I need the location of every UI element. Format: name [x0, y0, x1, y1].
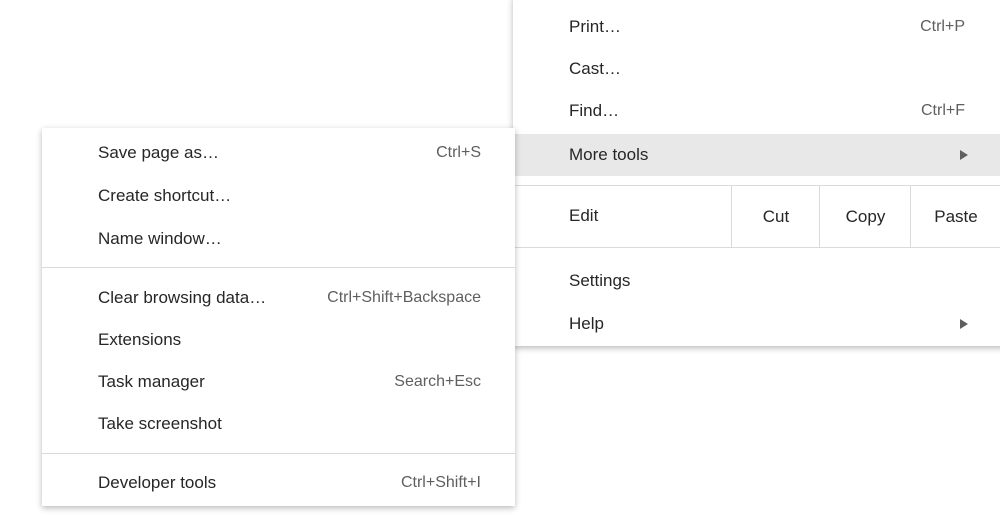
menu-item-label: Create shortcut… — [98, 186, 232, 205]
menu-item-extensions[interactable]: Extensions — [42, 319, 515, 361]
submenu-arrow-icon — [960, 319, 968, 329]
menu-item-help[interactable]: Help — [513, 303, 1000, 345]
menu-item-more-tools[interactable]: More tools — [513, 134, 1000, 176]
menu-item-task-manager[interactable]: Task manager Search+Esc — [42, 361, 515, 403]
edit-label: Edit — [569, 206, 599, 225]
menu-item-settings[interactable]: Settings — [513, 260, 1000, 302]
menu-item-label: Save page as… — [98, 143, 219, 162]
menu-item-label: Clear browsing data… — [98, 288, 267, 307]
shortcut-label: Ctrl+P — [920, 18, 965, 35]
menu-item-save-page-as[interactable]: Save page as… Ctrl+S — [42, 132, 515, 174]
chrome-main-menu: Print… Ctrl+P Cast… Find… Ctrl+F More to… — [513, 0, 1000, 346]
cut-button[interactable]: Cut — [731, 186, 820, 247]
more-tools-submenu: Save page as… Ctrl+S Create shortcut… Na… — [42, 128, 515, 506]
menu-item-label: Settings — [569, 271, 631, 290]
menu-item-take-screenshot[interactable]: Take screenshot — [42, 403, 515, 445]
menu-separator — [42, 453, 515, 454]
shortcut-label: Ctrl+Shift+Backspace — [327, 289, 481, 306]
paste-button[interactable]: Paste — [910, 186, 1000, 247]
menu-item-create-shortcut[interactable]: Create shortcut… — [42, 175, 515, 217]
menu-separator — [42, 267, 515, 268]
menu-separator — [513, 247, 1000, 248]
menu-item-cast[interactable]: Cast… — [513, 48, 1000, 90]
menu-item-clear-browsing-data[interactable]: Clear browsing data… Ctrl+Shift+Backspac… — [42, 277, 515, 319]
menu-item-label: Task manager — [98, 372, 205, 391]
submenu-arrow-icon — [960, 150, 968, 160]
menu-item-label: Name window… — [98, 229, 222, 248]
menu-item-label: Help — [569, 314, 604, 333]
menu-item-label: Find… — [569, 101, 620, 120]
menu-item-label: More tools — [569, 145, 649, 164]
shortcut-label: Ctrl+S — [436, 144, 481, 161]
menu-item-label: Developer tools — [98, 473, 217, 492]
menu-item-print[interactable]: Print… Ctrl+P — [513, 6, 1000, 48]
copy-button[interactable]: Copy — [819, 186, 911, 247]
menu-item-developer-tools[interactable]: Developer tools Ctrl+Shift+I — [42, 462, 515, 504]
menu-item-find[interactable]: Find… Ctrl+F — [513, 90, 1000, 132]
menu-item-label: Cast… — [569, 59, 621, 78]
menu-item-label: Extensions — [98, 330, 182, 349]
edit-row: Edit Cut Copy Paste — [513, 186, 1000, 247]
menu-item-name-window[interactable]: Name window… — [42, 218, 515, 260]
shortcut-label: Ctrl+Shift+I — [400, 474, 481, 491]
menu-item-label: Print… — [569, 17, 621, 36]
shortcut-label: Ctrl+F — [921, 102, 965, 119]
shortcut-label: Search+Esc — [394, 373, 481, 390]
menu-item-label: Take screenshot — [98, 414, 222, 433]
